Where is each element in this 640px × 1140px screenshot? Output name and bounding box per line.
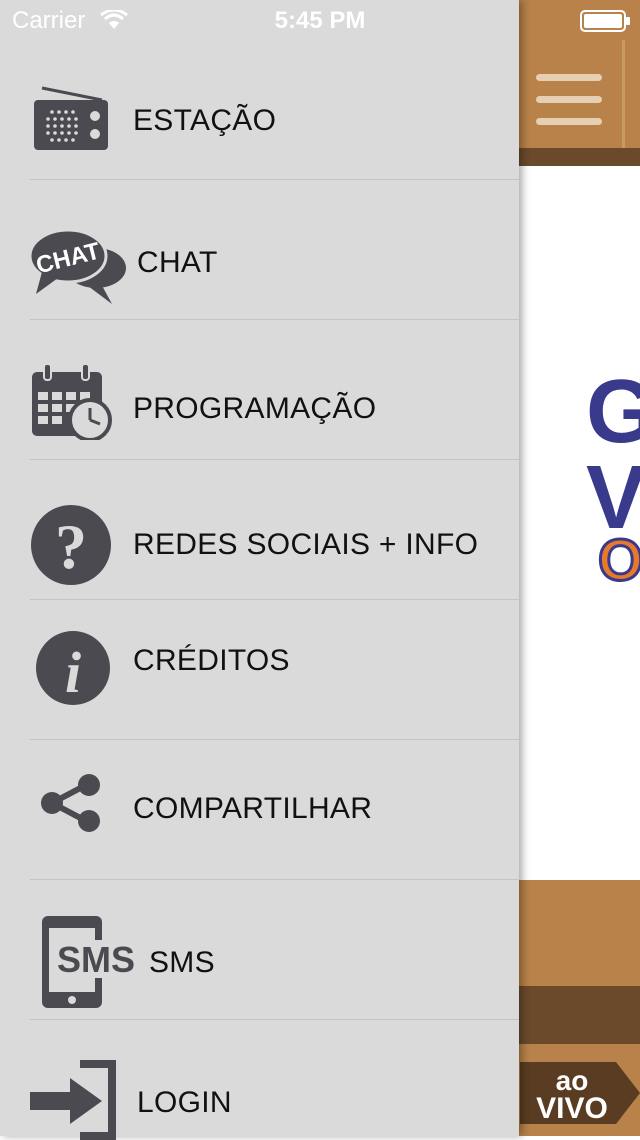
svg-text:i: i: [65, 640, 81, 705]
menu-item-chat[interactable]: CHAT CHAT: [0, 180, 519, 320]
menu-item-label: PROGRAMAÇÃO: [133, 392, 377, 425]
svg-text:O: O: [598, 528, 640, 590]
menu-item-programacao[interactable]: PROGRAMAÇÃO: [0, 320, 519, 460]
menu-item-login[interactable]: LOGIN: [0, 1020, 519, 1140]
top-bar-divider: [622, 40, 625, 148]
status-bar: Carrier 5:45 PM: [0, 0, 640, 40]
share-icon: [41, 774, 100, 832]
status-time: 5:45 PM: [274, 7, 366, 34]
sms-phone-icon: SMS: [42, 916, 135, 1008]
station-logo: G V O: [586, 370, 640, 590]
menu-item-label: LOGIN: [137, 1086, 232, 1119]
battery-icon: [580, 10, 630, 32]
menu-item-creditos[interactable]: i CRÉDITOS: [0, 600, 519, 740]
hamburger-menu-icon[interactable]: [536, 74, 602, 125]
svg-text:?: ?: [55, 511, 87, 582]
menu-item-label: CRÉDITOS: [133, 644, 290, 677]
ao-vivo-line2: VIVO: [536, 1092, 608, 1124]
menu-item-label: COMPARTILHAR: [133, 792, 373, 825]
info-icon: i: [36, 631, 110, 705]
menu-item-label: ESTAÇÃO: [133, 104, 277, 137]
menu-item-redes-sociais[interactable]: ? REDES SOCIAIS + INFO: [0, 460, 519, 600]
ao-vivo-button[interactable]: ao VIVO: [520, 1062, 640, 1124]
menu-item-compartilhar[interactable]: COMPARTILHAR: [0, 740, 519, 880]
side-menu-drawer: ESTAÇÃO CHAT CHAT PROGRAMAÇÃO ? REDES SO…: [0, 0, 519, 1140]
sms-icon-text: SMS: [57, 939, 135, 980]
menu-item-label: REDES SOCIAIS + INFO: [133, 528, 479, 561]
login-icon: [30, 1060, 116, 1140]
menu-item-label: CHAT: [137, 246, 218, 279]
question-icon: ?: [31, 505, 111, 585]
calendar-clock-icon: [32, 364, 112, 440]
menu-item-sms[interactable]: SMS SMS: [0, 880, 519, 1020]
radio-icon: [34, 86, 108, 150]
chat-icon: CHAT: [28, 228, 126, 304]
menu-item-label: SMS: [149, 946, 215, 979]
menu-item-estacao[interactable]: ESTAÇÃO: [0, 40, 519, 180]
